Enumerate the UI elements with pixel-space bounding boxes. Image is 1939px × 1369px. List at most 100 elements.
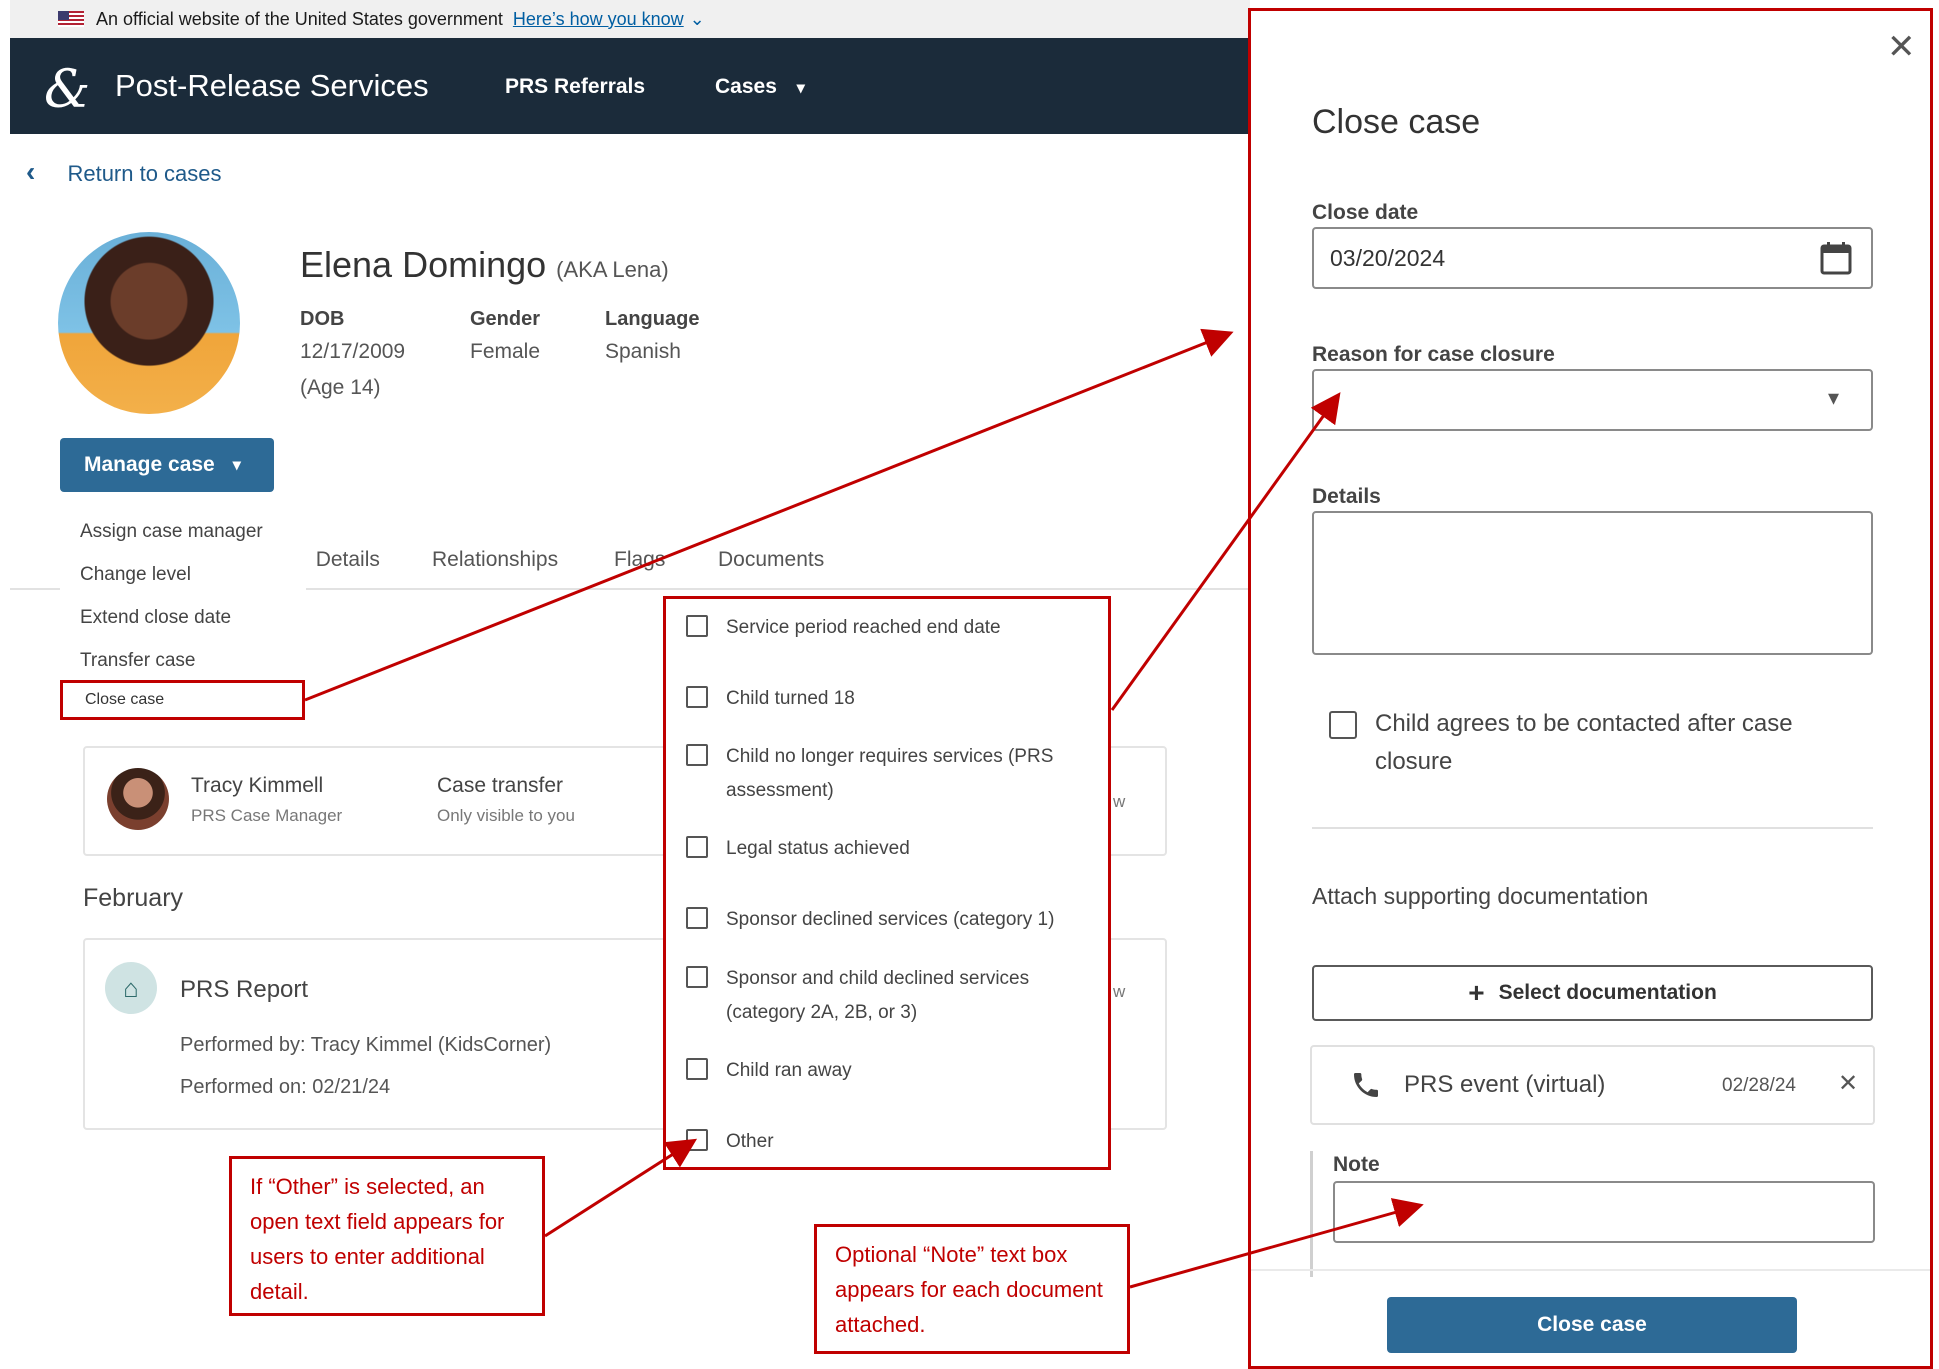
logo-icon[interactable]: & — [44, 60, 90, 120]
checkbox[interactable] — [686, 907, 708, 929]
document-name: PRS event (virtual) — [1404, 1071, 1606, 1098]
clipped-text: w — [1113, 792, 1126, 811]
case-manager-avatar — [107, 768, 169, 830]
dob-value: 12/17/2009 — [300, 340, 406, 363]
manage-case-menu: Assign case manager Change level Extend … — [60, 510, 306, 682]
reason-option-label: Child no longer requires services (PRS a… — [726, 746, 1054, 801]
caret-down-icon: ▾ — [796, 80, 805, 97]
reason-option[interactable]: Child no longer requires services (PRS a… — [686, 740, 1086, 808]
reason-option-label: Sponsor declined services (category 1) — [726, 909, 1055, 930]
reason-option-label: Other — [726, 1131, 774, 1152]
checkbox[interactable] — [686, 744, 708, 766]
reason-option[interactable]: Service period reached end date — [686, 611, 1001, 645]
checkbox[interactable] — [686, 1129, 708, 1151]
heres-how-you-know-link[interactable]: Here’s how you know — [513, 9, 684, 30]
site-header: & Post-Release Services PRS Referrals Ca… — [10, 38, 1250, 134]
avatar — [58, 232, 240, 414]
menu-item-close-case[interactable]: Close case — [60, 680, 305, 720]
footer-divider — [1251, 1269, 1930, 1271]
menu-item-transfer-case[interactable]: Transfer case — [60, 639, 306, 682]
clipped-text: w — [1113, 982, 1126, 1001]
note-rail — [1310, 1151, 1313, 1277]
nav-prs-referrals[interactable]: PRS Referrals — [505, 75, 645, 99]
language-value: Spanish — [605, 340, 681, 363]
reason-label: Reason for case closure — [1312, 343, 1555, 366]
attach-title: Attach supporting documentation — [1312, 883, 1649, 909]
tab-flags[interactable]: Flags — [614, 548, 665, 572]
caret-down-icon: ▾ — [232, 457, 241, 474]
reason-dropdown-list: Service period reached end date Child tu… — [663, 596, 1111, 1170]
menu-item-extend-close-date[interactable]: Extend close date — [60, 596, 306, 639]
gov-banner: An official website of the United States… — [10, 0, 1250, 38]
case-manager-role: PRS Case Manager — [191, 806, 343, 825]
return-to-cases-link[interactable]: ‹ Return to cases — [26, 156, 222, 188]
language-label: Language — [605, 308, 700, 330]
close-date-value: 03/20/2024 — [1330, 245, 1446, 271]
reason-option[interactable]: Sponsor and child declined services (cat… — [686, 962, 1086, 1030]
report-title[interactable]: PRS Report — [180, 976, 308, 1004]
tab-relationships[interactable]: Relationships — [432, 548, 558, 572]
menu-item-change-level[interactable]: Change level — [60, 553, 306, 596]
close-case-panel: ✕ Close case Close date 03/20/2024 Reaso… — [1248, 8, 1933, 1369]
tab-documents[interactable]: Documents — [718, 548, 824, 572]
contact-checkbox-label: Child agrees to be contacted after case … — [1375, 710, 1793, 775]
case-event: Case transfer — [437, 774, 564, 797]
annotation-other: If “Other” is selected, an open text fie… — [229, 1156, 545, 1316]
chevron-down-icon: ⌄ — [689, 8, 705, 29]
note-label: Note — [1333, 1153, 1380, 1176]
checkbox[interactable] — [686, 686, 708, 708]
us-flag-icon — [58, 11, 84, 27]
manage-case-label: Manage case — [84, 453, 215, 476]
close-icon[interactable]: ✕ — [1887, 27, 1916, 67]
attached-document-card: PRS event (virtual) 02/28/24 ✕ — [1310, 1045, 1875, 1125]
select-documentation-button[interactable]: + Select documentation — [1312, 965, 1873, 1021]
reason-option-label: Legal status achieved — [726, 838, 910, 859]
nav-cases-label: Cases — [715, 75, 777, 98]
tab-details[interactable]: : Details — [300, 548, 380, 572]
details-textarea[interactable] — [1312, 511, 1873, 655]
contact-checkbox[interactable] — [1329, 711, 1357, 739]
month-heading: February — [83, 884, 184, 912]
checkbox[interactable] — [686, 615, 708, 637]
person-aka: (AKA Lena) — [556, 257, 669, 282]
home-icon: ⌂ — [105, 962, 157, 1014]
checkbox[interactable] — [686, 966, 708, 988]
reason-option-label: Child ran away — [726, 1060, 852, 1081]
annotation-note: Optional “Note” text box appears for eac… — [814, 1224, 1130, 1354]
plus-icon: + — [1468, 977, 1485, 1008]
details-label: Details — [1312, 485, 1381, 508]
gender-label: Gender — [470, 308, 541, 330]
close-date-field[interactable]: 03/20/2024 — [1312, 227, 1873, 289]
person-name: Elena Domingo — [300, 244, 547, 285]
reason-option-other[interactable]: Other — [686, 1125, 774, 1159]
reason-select[interactable]: ▾ — [1312, 369, 1873, 431]
close-case-submit-button[interactable]: Close case — [1387, 1297, 1797, 1353]
checkbox[interactable] — [686, 836, 708, 858]
case-manager-name: Tracy Kimmell — [191, 774, 324, 797]
site-title[interactable]: Post-Release Services — [115, 68, 429, 104]
phone-icon — [1354, 1073, 1378, 1097]
return-to-cases-label: Return to cases — [67, 161, 222, 186]
dob-label: DOB — [300, 308, 345, 330]
checkbox[interactable] — [686, 1058, 708, 1080]
calendar-icon[interactable] — [1820, 241, 1852, 275]
reason-option[interactable]: Legal status achieved — [686, 832, 910, 866]
menu-item-assign-case-manager[interactable]: Assign case manager — [60, 510, 306, 553]
caret-down-icon: ▾ — [1828, 385, 1840, 410]
note-input[interactable] — [1333, 1181, 1875, 1243]
reason-option[interactable]: Child turned 18 — [686, 682, 855, 716]
report-performed-by: Performed by: Tracy Kimmel (KidsCorner) — [180, 1034, 552, 1056]
reason-option[interactable]: Child ran away — [686, 1054, 852, 1088]
chevron-left-icon: ‹ — [26, 156, 36, 187]
reason-option[interactable]: Sponsor declined services (category 1) — [686, 903, 1054, 937]
tab-details-label: Details — [315, 548, 380, 571]
panel-title: Close case — [1312, 103, 1481, 141]
nav-cases[interactable]: Cases ▾ — [715, 75, 805, 99]
remove-document-icon[interactable]: ✕ — [1838, 1069, 1858, 1098]
document-date: 02/28/24 — [1722, 1075, 1796, 1096]
age-value: (Age 14) — [300, 376, 381, 399]
person-name-block: Elena Domingo (AKA Lena) — [300, 244, 669, 286]
reason-option-label: Service period reached end date — [726, 617, 1001, 638]
manage-case-button[interactable]: Manage case ▾ — [60, 438, 274, 492]
select-documentation-label: Select documentation — [1498, 981, 1717, 1004]
